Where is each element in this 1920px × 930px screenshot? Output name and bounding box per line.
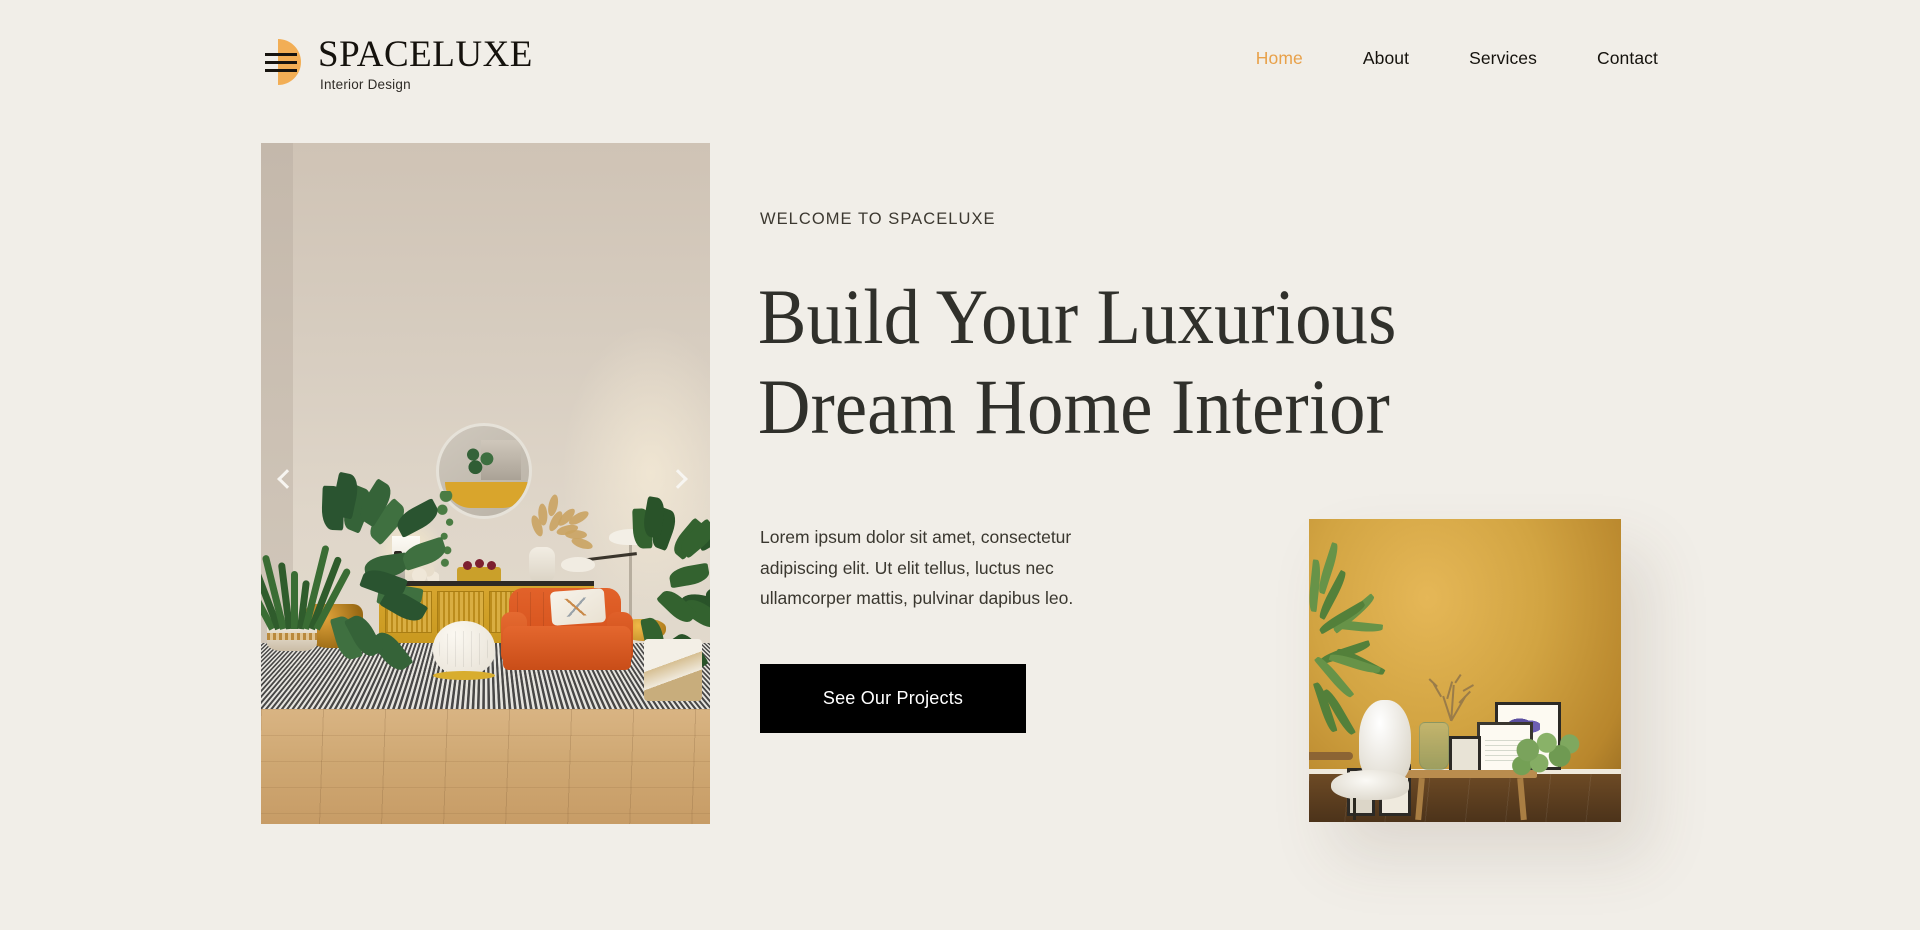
hero-headline: Build Your Luxurious Dream Home Interior [758, 272, 1521, 452]
page-root: SPACELUXE Interior Design Home About Ser… [0, 0, 1920, 930]
slider-prev-button[interactable] [270, 462, 304, 496]
side-table [644, 639, 702, 701]
living-room-illustration [261, 143, 710, 824]
secondary-image-card [1309, 519, 1621, 822]
green-bush [1505, 726, 1581, 786]
slider-next-button[interactable] [661, 462, 695, 496]
dry-branches [1417, 648, 1489, 726]
wood-table [1309, 752, 1353, 760]
white-fur-chair [1331, 700, 1423, 820]
pouf-ottoman [433, 621, 495, 680]
hero-section: WELCOME TO SPACELUXE Build Your Luxuriou… [0, 0, 1920, 930]
hero-paragraph: Lorem ipsum dolor sit amet, consectetur … [760, 527, 1074, 608]
palm-plant [1309, 542, 1386, 737]
chevron-left-icon [277, 469, 297, 489]
glass-jar [1419, 722, 1449, 770]
orange-armchair [501, 588, 633, 676]
chevron-right-icon [668, 469, 688, 489]
snake-plant [261, 535, 352, 651]
headline-line-1: Build Your Luxurious [758, 273, 1397, 360]
wood-floor [261, 709, 710, 824]
hero-eyebrow: WELCOME TO SPACELUXE [760, 210, 996, 228]
see-our-projects-button[interactable]: See Our Projects [760, 664, 1026, 733]
headline-line-2: Dream Home Interior [758, 363, 1390, 450]
hero-slider-image [261, 143, 710, 824]
vase [529, 547, 555, 585]
